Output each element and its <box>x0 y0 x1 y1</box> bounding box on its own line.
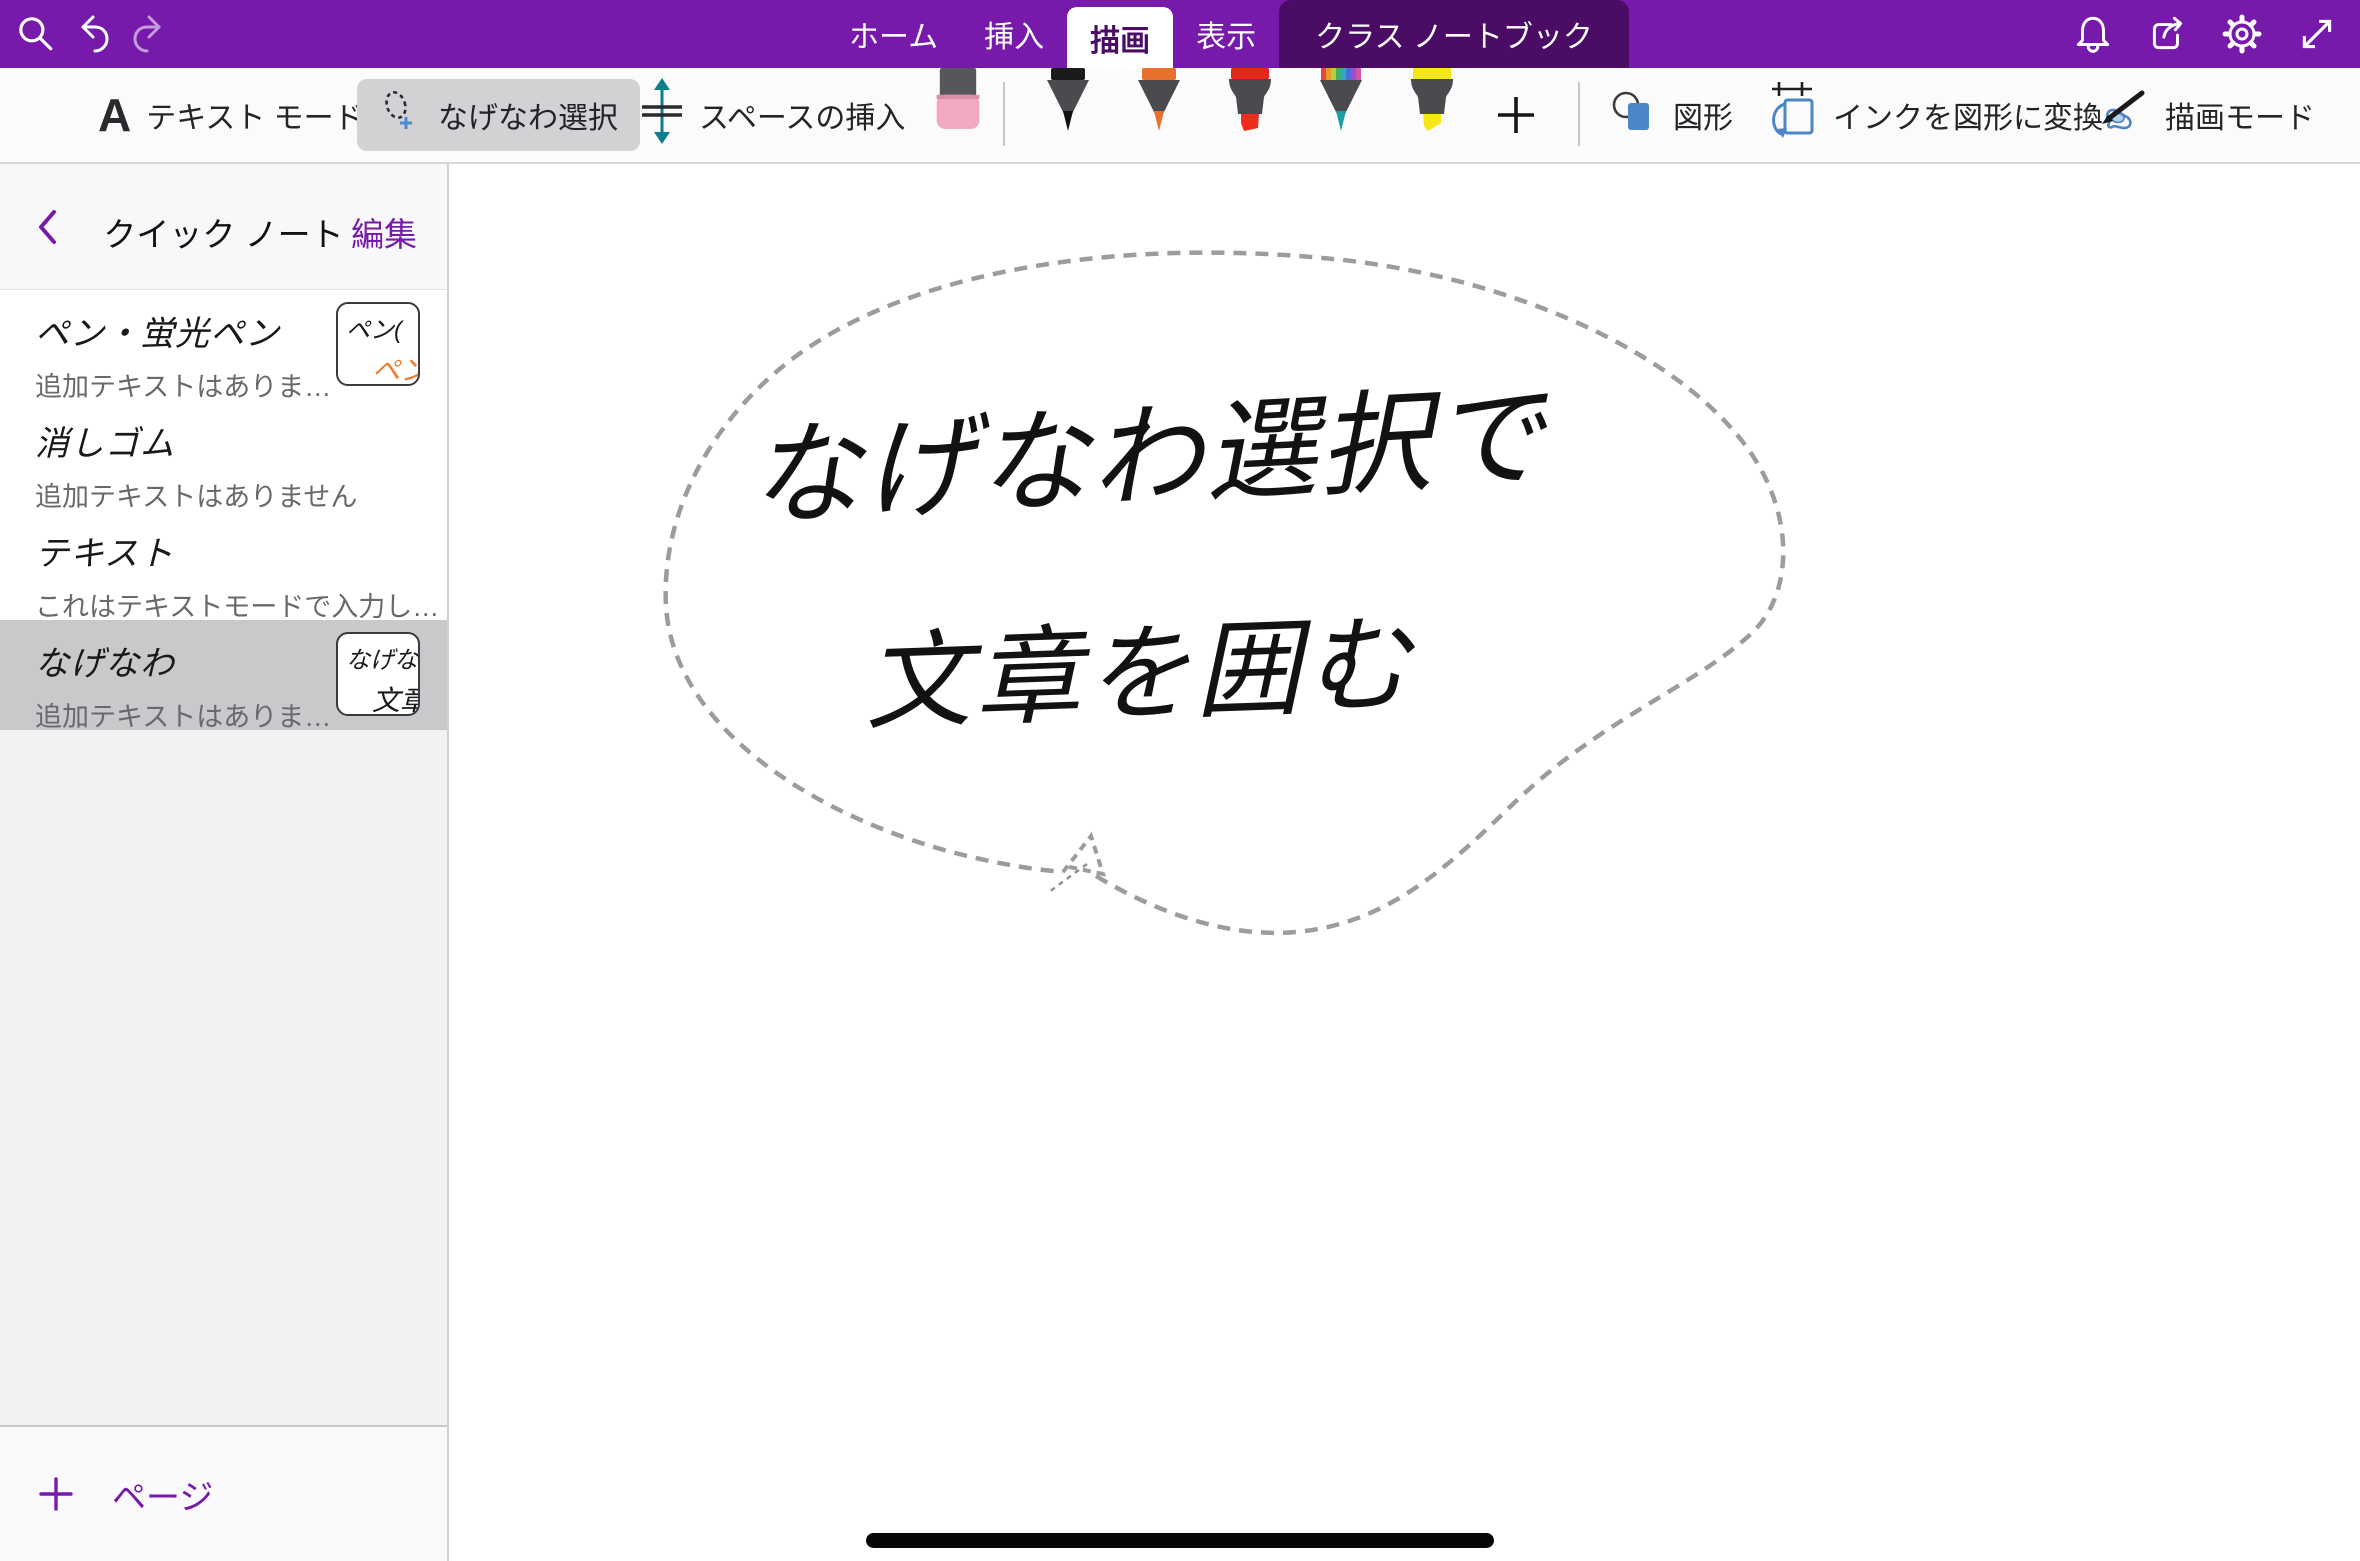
share-icon[interactable] <box>2146 13 2188 55</box>
highlighter-yellow[interactable] <box>1404 68 1460 137</box>
page-list: ペン・蛍光ペン 追加テキストはありま… ペン( ペン 消しゴム 追加テキストはあ… <box>0 290 447 730</box>
sidebar-header: クイック ノート 編集 <box>0 164 447 290</box>
text-mode-button[interactable]: A テキスト モード <box>98 68 364 162</box>
add-page-button[interactable]: ページ <box>0 1425 447 1561</box>
lasso-selection-outline <box>666 253 1784 933</box>
add-page-label: ページ <box>112 1470 213 1519</box>
ink-to-shape-icon <box>1764 81 1818 149</box>
home-indicator-bar[interactable] <box>866 1533 1494 1548</box>
page-title: テキスト <box>35 526 447 575</box>
shapes-label: 図形 <box>1673 93 1733 137</box>
ink-to-shape-label: インクを図形に変換 <box>1833 93 2103 137</box>
pen-orange[interactable] <box>1131 68 1187 137</box>
plus-icon <box>1494 93 1538 137</box>
ink-line-1: なげなわ選択で <box>746 373 1554 540</box>
page-thumbnail: ペン( ペン <box>336 302 420 386</box>
page-thumbnail: なげなわ 文章を <box>336 632 420 716</box>
edit-button[interactable]: 編集 <box>351 208 417 256</box>
topbar-right-icons <box>2072 0 2338 68</box>
drawing-canvas[interactable]: なげなわ選択で 文章を囲む <box>451 164 2360 1561</box>
shapes-icon <box>1610 87 1658 143</box>
plus-icon <box>38 1476 74 1512</box>
lasso-icon <box>379 88 423 142</box>
pen-galaxy[interactable] <box>1313 68 1369 137</box>
lasso-select-label: なげなわ選択 <box>438 93 618 137</box>
add-pen-button[interactable] <box>1494 68 1538 162</box>
tab-draw[interactable]: 描画 <box>1067 7 1173 68</box>
redo-icon[interactable] <box>128 12 172 56</box>
insert-space-button[interactable]: スペースの挿入 <box>640 68 905 162</box>
page-subtitle: 追加テキストはありません <box>35 475 447 510</box>
insert-space-icon <box>640 78 684 152</box>
page-list-item-lasso[interactable]: なげなわ 追加テキストはありま… なげなわ 文章を <box>0 620 447 730</box>
page-list-item-eraser[interactable]: 消しゴム 追加テキストはありません <box>0 400 447 510</box>
toolbar-divider <box>1578 82 1580 146</box>
tab-home[interactable]: ホーム <box>826 0 961 68</box>
handwritten-ink: なげなわ選択で 文章を囲む <box>746 373 1554 743</box>
draw-mode-icon <box>2096 85 2150 145</box>
draw-ribbon: A テキスト モード なげなわ選択 <box>0 68 2360 164</box>
top-app-bar: ホーム 挿入 描画 表示 クラス ノートブック <box>0 0 2360 68</box>
shapes-button[interactable]: 図形 <box>1610 68 1733 162</box>
page-subtitle: これはテキストモードで入力し… <box>35 585 447 620</box>
page-list-item-text[interactable]: テキスト これはテキストモードで入力し… <box>0 510 447 620</box>
tab-insert[interactable]: 挿入 <box>961 0 1067 68</box>
page-list-sidebar: クイック ノート 編集 ペン・蛍光ペン 追加テキストはありま… ペン( ペン 消… <box>0 164 449 1561</box>
onenote-app: ホーム 挿入 描画 表示 クラス ノートブック <box>0 0 2360 1561</box>
page-title: 消しゴム <box>35 416 447 465</box>
lasso-select-button[interactable]: なげなわ選択 <box>357 79 640 151</box>
ink-to-shape-button[interactable]: インクを図形に変換 <box>1764 68 2103 162</box>
search-icon[interactable] <box>14 13 56 55</box>
draw-mode-button[interactable]: 描画モード <box>2096 68 2315 162</box>
insert-space-label: スペースの挿入 <box>699 93 905 137</box>
tab-class-notebook[interactable]: クラス ノートブック <box>1279 0 1629 68</box>
ink-line-2: 文章を囲む <box>863 606 1419 743</box>
tab-view[interactable]: 表示 <box>1173 0 1279 68</box>
pen-black[interactable] <box>1040 68 1096 137</box>
eraser-tool[interactable] <box>932 68 984 135</box>
text-mode-label: テキスト モード <box>146 93 363 137</box>
ribbon-tabs: ホーム 挿入 描画 表示 クラス ノートブック <box>826 0 1629 68</box>
highlighter-red[interactable] <box>1222 68 1278 137</box>
toolbar-divider <box>1003 82 1005 146</box>
fullscreen-icon[interactable] <box>2296 13 2338 55</box>
topbar-left-icons <box>14 0 172 68</box>
text-mode-icon: A <box>98 92 131 138</box>
undo-icon[interactable] <box>70 12 114 56</box>
page-list-item-pens[interactable]: ペン・蛍光ペン 追加テキストはありま… ペン( ペン <box>0 290 447 400</box>
notifications-bell-icon[interactable] <box>2072 13 2114 55</box>
draw-mode-label: 描画モード <box>2165 93 2315 137</box>
settings-gear-icon[interactable] <box>2220 12 2264 56</box>
